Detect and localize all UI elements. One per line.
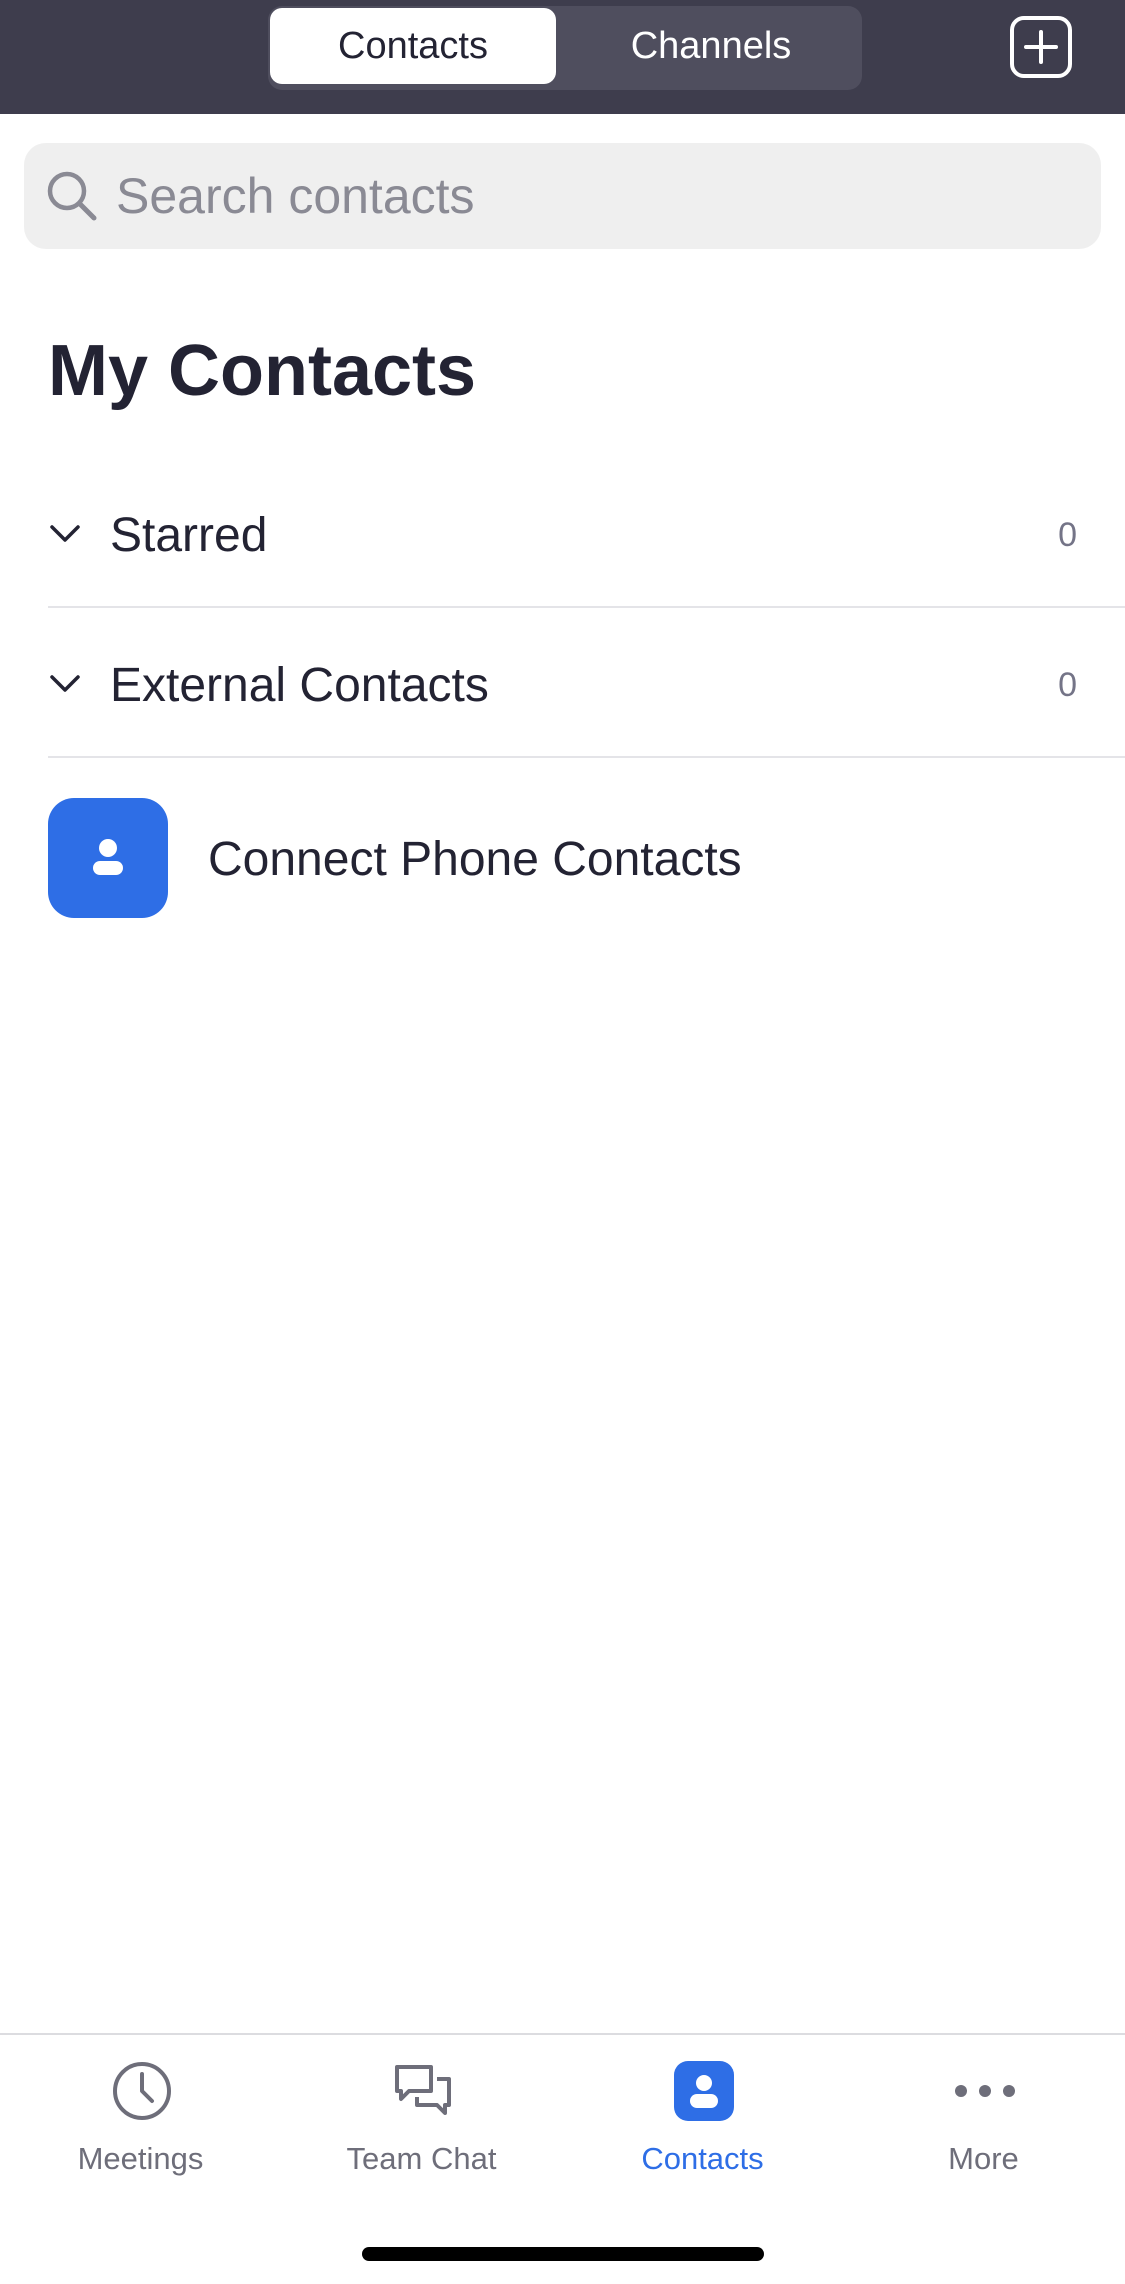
search-bar[interactable] bbox=[24, 143, 1101, 249]
chevron-down-icon bbox=[50, 525, 80, 542]
home-indicator bbox=[362, 2247, 764, 2261]
tab-label: More bbox=[948, 2141, 1019, 2176]
connect-phone-contacts-badge bbox=[48, 798, 168, 918]
section-count: 0 bbox=[1058, 666, 1077, 704]
contacts-icon bbox=[674, 2061, 734, 2121]
person-icon bbox=[93, 839, 123, 875]
tab-label: Meetings bbox=[77, 2141, 204, 2176]
top-header: Contacts Channels bbox=[0, 0, 1125, 114]
segmented-control: Contacts Channels bbox=[268, 6, 862, 90]
tab-contacts-segment[interactable]: Contacts bbox=[270, 8, 556, 84]
tab-label: Team Chat bbox=[346, 2141, 497, 2176]
clock-icon bbox=[113, 2062, 171, 2120]
page-title: My Contacts bbox=[48, 331, 477, 411]
contacts-screen: Contacts Channels My Contacts Starred 0 bbox=[0, 0, 1125, 2284]
search-icon bbox=[47, 171, 97, 221]
tab-more[interactable]: More bbox=[843, 2035, 1124, 2235]
section-label: Starred bbox=[110, 509, 268, 562]
chat-bubbles-icon bbox=[395, 2065, 451, 2115]
tab-team-chat[interactable]: Team Chat bbox=[281, 2035, 562, 2235]
section-label: External Contacts bbox=[110, 659, 489, 712]
section-external-contacts[interactable]: External Contacts 0 bbox=[48, 610, 1125, 758]
connect-phone-contacts-label: Connect Phone Contacts bbox=[208, 833, 742, 886]
chevron-down-icon bbox=[50, 675, 80, 692]
tab-channels-segment[interactable]: Channels bbox=[568, 8, 854, 84]
tab-meetings[interactable]: Meetings bbox=[0, 2035, 281, 2235]
section-starred[interactable]: Starred 0 bbox=[48, 460, 1125, 608]
tab-label: Contacts bbox=[641, 2141, 764, 2176]
section-count: 0 bbox=[1058, 516, 1077, 554]
search-input[interactable] bbox=[116, 157, 1076, 235]
plus-square-icon bbox=[1024, 30, 1058, 64]
tab-contacts[interactable]: Contacts bbox=[562, 2035, 843, 2235]
connect-phone-contacts-row[interactable]: Connect Phone Contacts bbox=[48, 796, 1078, 920]
add-button[interactable] bbox=[1010, 16, 1072, 78]
more-dots-icon bbox=[955, 2085, 1015, 2097]
